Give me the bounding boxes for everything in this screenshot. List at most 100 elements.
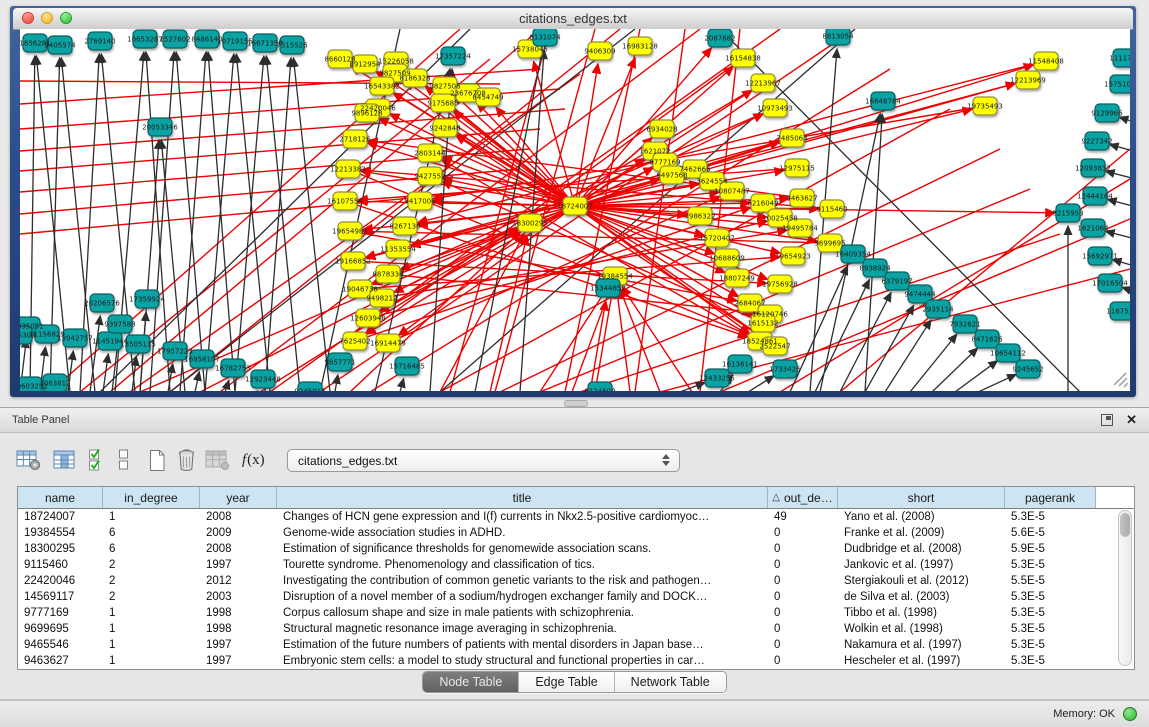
table-cell: Disruption of a novel member of a sodium… (277, 589, 768, 605)
import-table-disabled-icon[interactable] (205, 446, 230, 474)
delete-table-icon[interactable] (176, 446, 197, 474)
graph-node-label: 6379197 (881, 278, 912, 286)
column-header-out-de-[interactable]: △out_de… (768, 487, 838, 508)
graph-node-label: 9129966 (1091, 110, 1123, 118)
table-cell: Yano et al. (2008) (838, 509, 1005, 525)
graph-node-label: 9498212 (366, 295, 397, 303)
combo-spinner-icon (662, 454, 670, 466)
graph-node-label: 17357224 (435, 53, 471, 61)
float-panel-icon[interactable] (1101, 414, 1113, 426)
graph-node-label: 16409354 (835, 251, 871, 259)
close-panel-icon[interactable]: ✕ (1126, 412, 1137, 428)
table-cell: 18300295 (18, 541, 103, 557)
tab-edge-table[interactable]: Edge Table (518, 672, 613, 692)
table-cell: Changes of HCN gene expression and I(f) … (277, 509, 768, 525)
tab-network-table[interactable]: Network Table (614, 672, 726, 692)
table-cell: Embryonic stem cells: a model to study s… (277, 653, 768, 669)
graph-node-label: 13505115 (120, 341, 156, 349)
column-header-year[interactable]: year (200, 487, 277, 508)
graph-node-label: 17016504 (1092, 280, 1128, 288)
table-cell: 0 (768, 573, 838, 589)
table-row[interactable]: 911546021997Tourette syndrome. Phenomeno… (18, 557, 1134, 573)
cytoscape-app: citations_edges.txt 18724007866012889129… (0, 0, 1149, 727)
graph-node-label: 6934028 (646, 126, 677, 134)
splitter-grip-icon[interactable] (564, 400, 588, 407)
table-cell: 19384554 (18, 525, 103, 541)
network-view[interactable]: 1872400786601288912954152260589827509165… (20, 29, 1130, 391)
tab-node-table[interactable]: Node Table (423, 672, 518, 692)
table-row[interactable]: 977716911998Corpus callosum shape and si… (18, 605, 1134, 621)
citation-network-graph[interactable]: 1872400786601288912954152260589827509165… (20, 29, 1130, 391)
graph-node-label: 10653287 (127, 36, 163, 44)
column-header-title[interactable]: title (277, 487, 768, 508)
table-scrollbar[interactable] (1118, 510, 1132, 666)
sort-ascending-icon: △ (772, 492, 780, 503)
table-row[interactable]: 946362711997Embryonic stem cells: a mode… (18, 653, 1134, 669)
table-scrollbar-thumb[interactable] (1120, 513, 1130, 537)
table-cell: 9699695 (18, 621, 103, 637)
column-header-label: name (45, 491, 75, 505)
create-table-icon[interactable] (148, 446, 166, 474)
graph-node-label: 16120746 (752, 311, 788, 319)
column-header-label: year (226, 491, 249, 505)
panel-splitter[interactable] (0, 397, 1149, 407)
table-cell: 2008 (200, 541, 277, 557)
table-cell: Jankovic et al. (1997) (838, 557, 1005, 573)
network-window-titlebar[interactable]: citations_edges.txt (13, 8, 1133, 30)
table-cell: 14569117 (18, 589, 103, 605)
table-row[interactable]: 2242004622012Investigating the contribut… (18, 573, 1134, 589)
table-cell: Stergiakouli et al. (2012) (838, 573, 1005, 589)
table-cell: 5.9E-5 (1005, 541, 1096, 557)
graph-node-label: 2718126 (339, 136, 371, 144)
graph-node-label: 9175685 (427, 100, 458, 108)
table-cell: 9465546 (18, 637, 103, 653)
graph-node-label: 12975115 (779, 165, 815, 173)
select-all-icon[interactable] (88, 446, 104, 474)
window-resize-grip-icon[interactable] (1114, 373, 1128, 387)
graph-node-label: 7462666 (679, 166, 711, 174)
table-cell: de Silva et al. (2003) (838, 589, 1005, 605)
table-row[interactable]: 1456911722003Disruption of a novel membe… (18, 589, 1134, 605)
graph-node-label: 3624554 (696, 178, 728, 186)
table-selector[interactable]: citations_edges.txt (287, 449, 680, 472)
graph-node-label: 10025458 (762, 215, 798, 223)
show-columns-icon[interactable] (53, 446, 76, 474)
table-row[interactable]: 1872400712008Changes of HCN gene express… (18, 509, 1134, 525)
graph-node-label: 16782753 (215, 365, 251, 373)
table-cell: Franke et al. (2009) (838, 525, 1005, 541)
graph-node-label: 1621064 (1077, 225, 1109, 233)
graph-node-label: 12444184 (1077, 193, 1113, 201)
table-row[interactable]: 969969511998Structural magnetic resonanc… (18, 621, 1134, 637)
table-cell: Genome-wide association studies in ADHD. (277, 525, 768, 541)
column-header-in-degree[interactable]: in_degree (103, 487, 200, 508)
table-cell: 6 (103, 541, 200, 557)
table-row[interactable]: 946554611997Estimation of the future num… (18, 637, 1134, 653)
table-toolbar: f(x) (16, 445, 265, 475)
graph-node-label: 15226058 (378, 58, 414, 66)
table-row[interactable]: 1830029562008Estimation of significance … (18, 541, 1134, 557)
graph-node-label: 9474444 (904, 291, 936, 299)
column-header-pagerank[interactable]: pagerank (1005, 487, 1096, 508)
table-cell: Wolkin et al. (1998) (838, 621, 1005, 637)
table-cell: Investigating the contribution of common… (277, 573, 768, 589)
table-settings-icon[interactable] (16, 446, 41, 474)
graph-node-label: 12923448 (245, 376, 281, 384)
graph-node-label: 16107554 (327, 198, 363, 206)
column-header-name[interactable]: name (18, 487, 103, 508)
function-builder-icon[interactable]: f(x) (242, 446, 265, 474)
unselect-all-icon[interactable] (118, 446, 130, 474)
graph-node-label: 15692971 (1082, 253, 1118, 261)
table-cell: 2012 (200, 573, 277, 589)
graph-node-label: 9417006 (404, 198, 436, 206)
table-row[interactable]: 1938455462009Genome-wide association stu… (18, 525, 1134, 541)
column-header-short[interactable]: short (838, 487, 1005, 508)
graph-node-label: 2684067 (734, 300, 765, 308)
table-cell: 18724007 (18, 509, 103, 525)
graph-edge (1106, 171, 1130, 184)
table-header-row: name in_degree year title△out_de…shortpager… (18, 487, 1134, 509)
graph-edge (575, 64, 598, 206)
graph-node-label: 12433255 (699, 375, 735, 383)
table-body: 1872400712008Changes of HCN gene express… (18, 509, 1134, 669)
graph-node-label: 19654923 (775, 253, 811, 261)
graph-node-label: 15720407 (699, 235, 735, 243)
